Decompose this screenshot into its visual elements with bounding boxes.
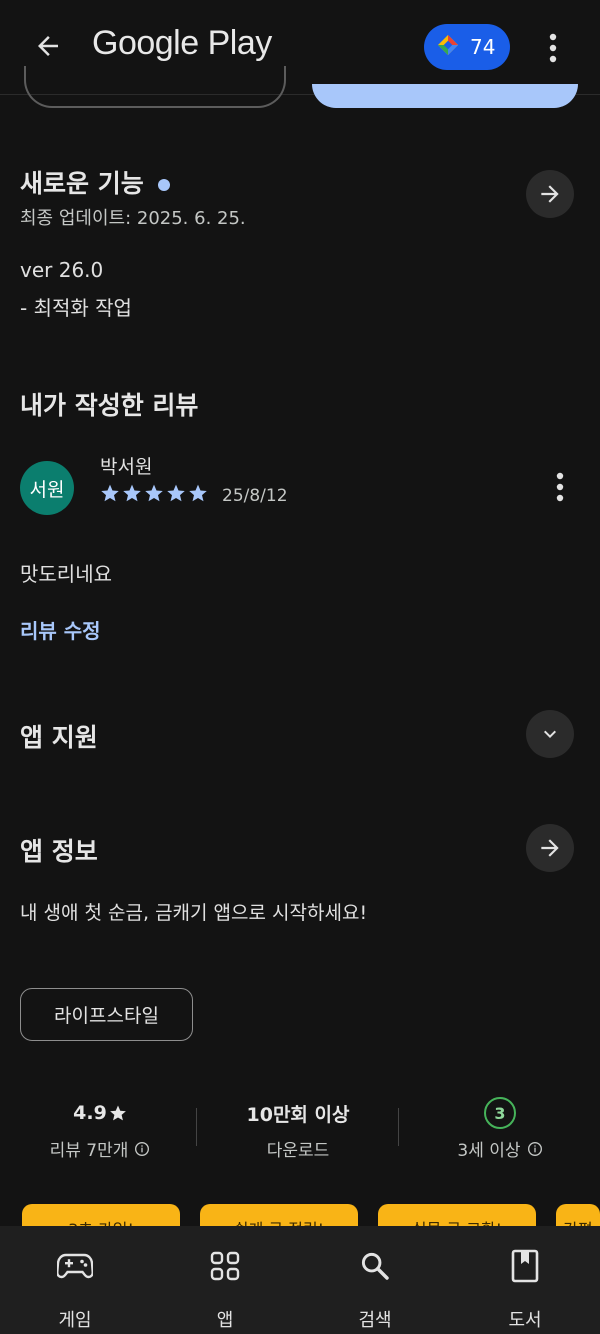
review-stars [100,483,208,503]
category-chip[interactable]: 라이프스타일 [20,988,193,1041]
rating-value: 4.9 [73,1102,107,1124]
stat-downloads: 10만회 이상 다운로드 [208,1098,388,1162]
stat-rating: 4.9 리뷰 7만개 [20,1098,180,1161]
nav-apps[interactable]: 앱 [150,1226,300,1334]
edit-review-link[interactable]: 리뷰 수정 [20,615,101,644]
nav-apps-label: 앱 [216,1310,234,1331]
nav-books[interactable]: 도서 [450,1226,600,1334]
review-more-options-icon[interactable] [548,470,572,504]
nav-games[interactable]: 게임 [0,1226,150,1334]
nav-search[interactable]: 검색 [300,1226,450,1334]
app-brand-title: Google Play [92,24,272,62]
version-text: ver 26.0 [20,258,104,282]
age-rating-badge: 3 [484,1097,516,1129]
info-icon [135,1141,150,1156]
play-points-count: 74 [470,35,496,59]
outlined-action-button[interactable] [24,66,286,108]
whats-new-title: 새로운 기능 [20,169,144,198]
star-icon [123,484,141,502]
apps-grid-icon [205,1246,245,1286]
app-info-arrow-button[interactable] [526,824,574,872]
stat-divider [398,1108,399,1146]
app-support-expand-button[interactable] [526,710,574,758]
whats-new-heading: 새로운 기능 [20,164,170,200]
bottom-navigation: 게임 앱 검색 도서 [0,1226,600,1334]
review-author: 박서원 [100,456,153,478]
rating-count-label: 리뷰 7만개 [49,1141,129,1161]
stat-divider [196,1108,197,1146]
new-indicator-dot [157,179,170,191]
back-arrow-icon[interactable] [28,26,68,66]
whats-new-arrow-button[interactable] [526,170,574,218]
downloads-value: 10만회 이상 [246,1103,350,1126]
last-updated-text: 최종 업데이트: 2025. 6. 25. [20,208,246,229]
arrow-right-icon [541,839,559,857]
app-support-heading: 앱 지원 [20,723,98,752]
star-icon [189,484,207,502]
gamepad-icon [55,1246,95,1286]
release-notes-text: - 최적화 작업 [20,296,132,320]
app-description: 내 생애 첫 순금, 금캐기 앱으로 시작하세요! [20,902,368,924]
chevron-down-icon [544,730,556,738]
search-icon [355,1246,395,1286]
nav-books-label: 도서 [508,1310,542,1331]
play-points-icon [436,33,460,62]
more-options-icon[interactable] [536,28,570,68]
my-review-heading: 내가 작성한 리뷰 [20,391,199,420]
info-icon [527,1141,542,1156]
book-icon [505,1246,545,1286]
play-points-button[interactable]: 74 [424,24,510,70]
arrow-right-icon [541,185,559,203]
star-icon [145,484,163,502]
star-icon [109,1105,126,1121]
app-info-heading: 앱 정보 [20,837,98,866]
star-icon [167,484,185,502]
nav-search-label: 검색 [358,1310,392,1331]
nav-games-label: 게임 [58,1310,92,1331]
star-icon [101,484,119,502]
downloads-label: 다운로드 [266,1141,330,1161]
stat-content-rating: 3 3세 이상 [412,1097,588,1161]
avatar: 서원 [20,461,74,515]
age-rating-label: 3세 이상 [457,1141,521,1161]
review-date: 25/8/12 [222,486,288,506]
primary-action-button[interactable] [312,84,578,108]
review-body-text: 맛도리네요 [20,562,112,586]
